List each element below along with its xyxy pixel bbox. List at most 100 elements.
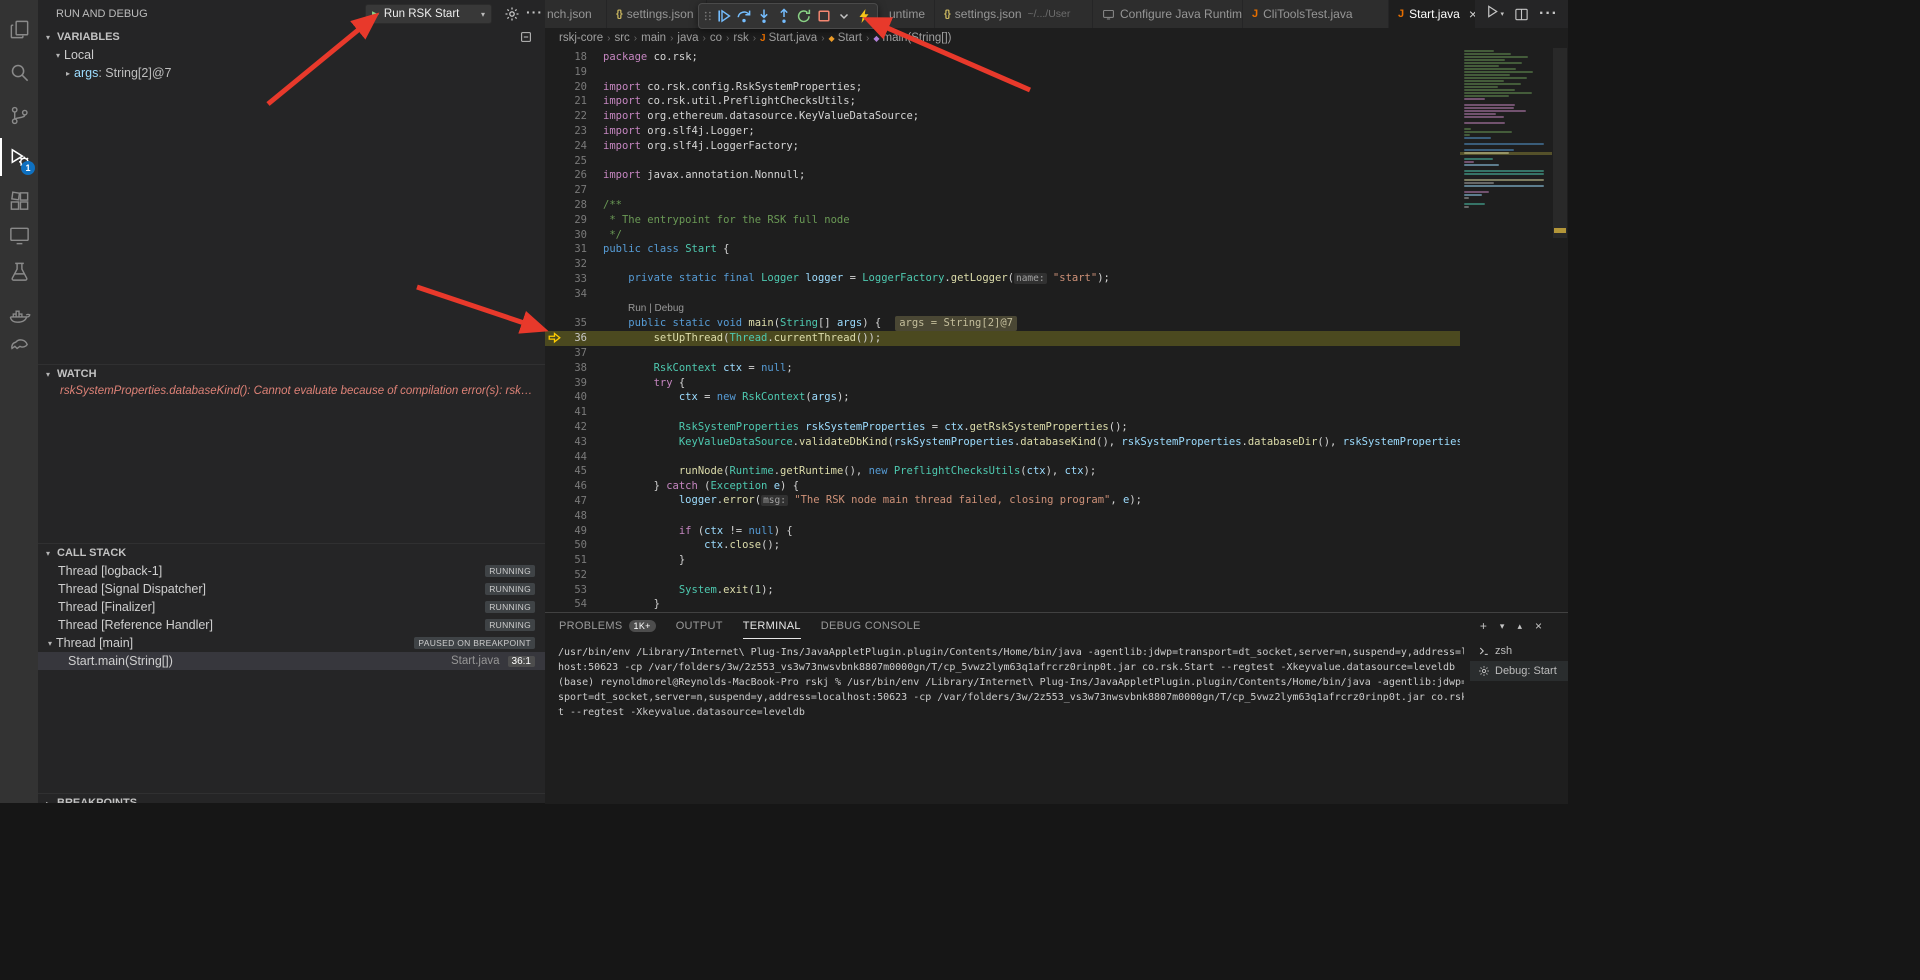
variables-header[interactable]: ▾ VARIABLES — [38, 28, 545, 46]
panel-tab-problems[interactable]: PROBLEMS1K+ — [559, 613, 656, 639]
step-over-icon[interactable] — [734, 5, 754, 27]
split-editor-icon[interactable] — [1514, 7, 1529, 22]
breadcrumb-item[interactable]: JStart.java — [760, 32, 817, 44]
code-line: 22import org.ethereum.datasource.KeyValu… — [545, 109, 1460, 124]
code-text: ctx = new RskContext(args); — [603, 390, 850, 405]
breadcrumb-item[interactable]: rsk — [733, 32, 748, 44]
extensions-icon[interactable] — [0, 182, 38, 220]
tab-configure-java-runtime[interactable]: Configure Java Runtime — [1093, 0, 1243, 28]
code-line: 29 * The entrypoint for the RSK full nod… — [545, 213, 1460, 228]
breadcrumb-item[interactable]: src — [614, 32, 629, 44]
breadcrumb-item[interactable]: main — [641, 32, 666, 44]
variables-scope-local[interactable]: ▾ Local — [38, 46, 545, 64]
hot-code-replace-icon[interactable] — [854, 5, 874, 27]
step-into-icon[interactable] — [754, 5, 774, 27]
breadcrumb-item[interactable]: rskj-core — [559, 32, 603, 44]
code-text: } — [603, 597, 660, 612]
terminal-list-item-debug-start[interactable]: Debug: Start — [1470, 661, 1568, 681]
scrollbar-slider[interactable] — [1553, 48, 1567, 238]
code-line: 46 } catch (Exception e) { — [545, 479, 1460, 494]
code-text: } catch (Exception e) { — [603, 479, 799, 494]
call-stack-list: Thread [logback-1]RUNNINGThread [Signal … — [38, 562, 545, 670]
code-line: 39 try { — [545, 376, 1460, 391]
editor-more-actions-icon[interactable]: ··· — [1539, 5, 1558, 23]
tab-settings-json[interactable]: {}settings.json — [607, 0, 707, 28]
new-terminal-icon[interactable]: + — [1480, 620, 1487, 632]
variable-args[interactable]: ▸ args : String[2]@7 — [38, 64, 545, 82]
gradle-icon[interactable] — [0, 328, 38, 366]
watch-expression[interactable]: rskSystemProperties.databaseKind(): Cann… — [38, 385, 545, 397]
tab-start-java[interactable]: JStart.java× — [1389, 0, 1485, 28]
call-stack-thread[interactable]: Thread [Signal Dispatcher]RUNNING — [38, 580, 545, 598]
breakpoints-section: ▸ BREAKPOINTS — [38, 793, 545, 803]
launch-settings-gear-icon[interactable] — [504, 6, 520, 22]
tab-clitoolstest-java[interactable]: JCliToolsTest.java — [1243, 0, 1389, 28]
start-debugging-icon[interactable]: ▶ — [372, 10, 379, 19]
frame-file: Start.java — [451, 655, 500, 667]
line-number: 47 — [545, 494, 603, 509]
call-stack-thread[interactable]: Thread [Finalizer]RUNNING — [38, 598, 545, 616]
codelens-run-debug[interactable]: Run | Debug — [545, 302, 1460, 317]
code-line: 48 — [545, 509, 1460, 524]
code-text: KeyValueDataSource.validateDbKind(rskSys… — [603, 435, 1460, 450]
minimap-line — [1464, 83, 1521, 85]
run-config-dropdown[interactable]: ▶ Run RSK Start ▾ — [365, 4, 492, 24]
breadcrumb-separator: › — [866, 33, 869, 44]
debug-count-badge: 1 — [21, 161, 35, 175]
search-icon[interactable] — [0, 53, 38, 91]
toolbar-drag-handle[interactable] — [702, 5, 714, 27]
minimap-line — [1464, 185, 1544, 187]
sidebar-more-actions-icon[interactable]: ··· — [526, 4, 543, 20]
collapse-all-icon[interactable] — [519, 30, 533, 44]
tab-nch-json[interactable]: nch.json — [545, 0, 607, 28]
panel-tab-terminal[interactable]: TERMINAL — [743, 613, 801, 639]
line-number: 35 — [545, 316, 603, 331]
terminal-list-label: Debug: Start — [1495, 665, 1557, 677]
call-stack-thread[interactable]: Thread [Reference Handler]RUNNING — [38, 616, 545, 634]
breakpoints-header[interactable]: ▸ BREAKPOINTS — [38, 794, 545, 803]
source-control-icon[interactable] — [0, 96, 38, 134]
breadcrumb-item[interactable]: ◆Start — [829, 32, 862, 44]
minimap-line — [1464, 53, 1511, 55]
minimap-line — [1464, 116, 1504, 118]
tab-settings-json[interactable]: {}settings.json~/.../User — [935, 0, 1093, 28]
breadcrumb-item[interactable]: java — [677, 32, 698, 44]
code-line: 42 RskSystemProperties rskSystemProperti… — [545, 420, 1460, 435]
terminal-line: /usr/bin/env /Library/Internet\ Plug-Ins… — [558, 645, 1464, 660]
step-out-icon[interactable] — [774, 5, 794, 27]
code-editor[interactable]: 18package co.rsk;1920import co.rsk.confi… — [545, 48, 1568, 612]
panel-tab-output[interactable]: OUTPUT — [676, 613, 723, 639]
remote-explorer-icon[interactable] — [0, 216, 38, 254]
chevron-down-icon[interactable]: ▾ — [1500, 622, 1505, 631]
run-and-debug-icon[interactable]: 1 — [0, 138, 38, 176]
maximize-panel-icon[interactable]: ▴ — [1517, 622, 1522, 631]
terminal-icon — [1478, 645, 1490, 657]
scrollbar[interactable] — [1552, 48, 1568, 612]
call-stack-frame[interactable]: Start.main(String[])Start.java36:1 — [38, 652, 545, 670]
terminal-list-label: zsh — [1495, 645, 1512, 657]
vscode-window: 1 RUN AND DEBUG ▶ Run RSK Start ▾ ··· ▾ … — [0, 0, 1568, 803]
watch-header[interactable]: ▾ WATCH — [38, 365, 545, 383]
breadcrumb-item[interactable]: co — [710, 32, 722, 44]
testing-icon[interactable] — [0, 252, 38, 290]
breadcrumb-item[interactable]: ◆main(String[]) — [873, 32, 951, 44]
call-stack-thread[interactable]: Thread [logback-1]RUNNING — [38, 562, 545, 580]
call-stack-thread[interactable]: ▾Thread [main]PAUSED ON BREAKPOINT — [38, 634, 545, 652]
chevron-down-icon[interactable] — [834, 5, 854, 27]
restart-icon[interactable] — [794, 5, 814, 27]
code-text: private static final Logger logger = Log… — [603, 271, 1110, 287]
terminal-list-item-zsh[interactable]: zsh — [1470, 641, 1568, 661]
breadcrumb: rskj-core›src›main›java›co›rsk›JStart.ja… — [545, 28, 1568, 48]
call-stack-header[interactable]: ▾ CALL STACK — [38, 544, 545, 562]
minimap-line — [1464, 71, 1533, 73]
explorer-icon[interactable] — [0, 10, 38, 48]
minimap[interactable] — [1460, 48, 1552, 612]
stop-icon[interactable] — [814, 5, 834, 27]
panel-tab-debug-console[interactable]: DEBUG CONSOLE — [821, 613, 921, 639]
minimap-line — [1464, 149, 1514, 151]
minimap-line — [1464, 179, 1544, 181]
run-file-button[interactable]: ▾ — [1485, 4, 1505, 24]
close-panel-icon[interactable]: × — [1535, 620, 1542, 632]
minimap-line — [1464, 104, 1515, 106]
continue-icon[interactable] — [714, 5, 734, 27]
